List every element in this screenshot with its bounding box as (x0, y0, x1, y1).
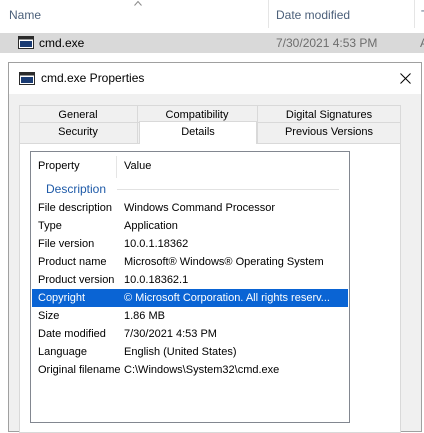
column-header-name[interactable]: Name (9, 8, 41, 22)
property-value: Windows Command Processor (124, 202, 275, 214)
sort-ascending-icon (134, 0, 142, 6)
file-row-cmd[interactable]: cmd.exe 7/30/2021 4:53 PM A (0, 33, 424, 53)
dialog-titlebar[interactable]: cmd.exe Properties (9, 63, 421, 94)
property-value: 10.0.1.18362 (124, 238, 189, 250)
property-value: C:\Windows\System32\cmd.exe (124, 364, 280, 376)
column-header-property[interactable]: Property (38, 152, 80, 180)
column-header-date-modified[interactable]: Date modified (276, 8, 350, 22)
console-app-icon (19, 72, 35, 85)
property-name: File version (38, 238, 95, 250)
tab-digital-signatures[interactable]: Digital Signatures (257, 107, 401, 123)
column-divider[interactable] (116, 156, 117, 178)
group-header-description[interactable]: Description (46, 182, 106, 196)
property-name: Language (38, 346, 87, 358)
file-type-partial: A (420, 36, 424, 50)
property-value: Application (124, 220, 178, 232)
details-list[interactable]: Property Value Description File descript… (30, 151, 350, 423)
close-button[interactable] (391, 63, 421, 94)
column-divider[interactable] (414, 0, 415, 28)
close-icon (400, 73, 411, 84)
property-name: Copyright (38, 292, 86, 304)
list-item[interactable]: File version 10.0.1.18362 (32, 235, 348, 253)
property-name: Date modified (38, 328, 106, 340)
list-item[interactable]: Product version 10.0.18362.1 (32, 271, 348, 289)
tab-previous-versions[interactable]: Previous Versions (257, 124, 401, 140)
list-item-selected[interactable]: Copyright © Microsoft Corporation. All r… (32, 289, 348, 307)
property-value: 1.86 MB (124, 310, 165, 322)
property-value: 10.0.18362.1 (124, 274, 189, 286)
file-name: cmd.exe (39, 36, 85, 50)
console-app-icon (18, 36, 34, 49)
list-item[interactable]: Language English (United States) (32, 343, 348, 361)
list-item[interactable]: Date modified 7/30/2021 4:53 PM (32, 325, 348, 343)
list-item[interactable]: Product name Microsoft® Windows® Operati… (32, 253, 348, 271)
property-value: Microsoft® Windows® Operating System (124, 256, 324, 268)
property-name: Product version (38, 274, 115, 286)
column-divider[interactable] (268, 0, 269, 28)
property-value: 7/30/2021 4:53 PM (124, 328, 217, 340)
group-divider (117, 189, 339, 190)
property-name: Product name (38, 256, 107, 268)
property-value: © Microsoft Corporation. All rights rese… (124, 292, 330, 304)
list-item[interactable]: File description Windows Command Process… (32, 199, 348, 217)
list-item[interactable]: Type Application (32, 217, 348, 235)
tab-row-border (19, 105, 401, 106)
property-name: Type (38, 220, 62, 232)
property-name: File description (38, 202, 112, 214)
property-name: Original filename (38, 364, 121, 376)
dialog-title: cmd.exe Properties (41, 71, 145, 85)
file-date-modified: 7/30/2021 4:53 PM (276, 36, 378, 50)
explorer-file-list: Name Date modified T cmd.exe 7/30/2021 4… (0, 0, 424, 60)
list-item[interactable]: Original filename C:\Windows\System32\cm… (32, 361, 348, 379)
property-value: English (United States) (124, 346, 237, 358)
tab-details[interactable]: Details (139, 121, 257, 144)
tab-general[interactable]: General (19, 107, 137, 123)
list-item[interactable]: Size 1.86 MB (32, 307, 348, 325)
column-header-value[interactable]: Value (124, 152, 151, 180)
tab-security[interactable]: Security (19, 124, 137, 140)
property-name: Size (38, 310, 60, 322)
